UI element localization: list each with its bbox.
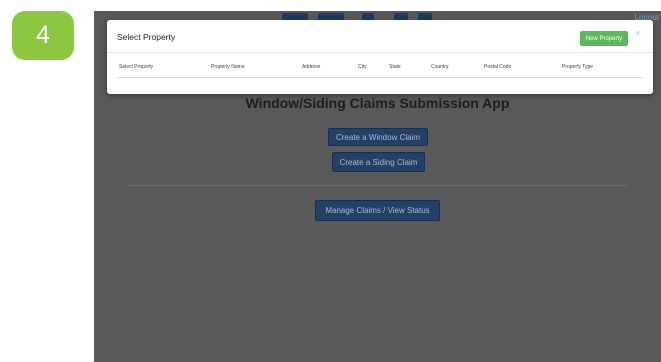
column-header-state[interactable]: State <box>389 64 401 70</box>
column-header-property-type[interactable]: Property Type <box>562 64 593 70</box>
column-header-country[interactable]: Country <box>431 64 449 70</box>
column-header-select-property[interactable]: Select Property <box>119 64 153 70</box>
close-icon[interactable]: × <box>635 28 640 38</box>
column-header-property-name[interactable]: Property Name <box>211 64 245 70</box>
page-title: Window/Siding Claims Submission App <box>245 95 510 111</box>
create-window-claim-button[interactable]: Create a Window Claim <box>328 128 428 146</box>
section-divider <box>128 185 627 186</box>
modal-title: Select Property <box>117 32 176 42</box>
column-header-postal-code[interactable]: Postal Code <box>484 64 511 70</box>
manage-claims-button[interactable]: Manage Claims / View Status <box>315 200 440 221</box>
step-number-badge: 4 <box>12 11 74 60</box>
table-header-divider <box>117 77 643 78</box>
modal-header-divider <box>107 52 653 53</box>
create-siding-claim-button[interactable]: Create a Siding Claim <box>332 152 425 172</box>
column-header-city[interactable]: City <box>358 64 367 70</box>
select-property-modal: Select Property New Property × Select Pr… <box>107 20 653 94</box>
column-header-address[interactable]: Address <box>302 64 320 70</box>
new-property-button[interactable]: New Property <box>580 31 628 46</box>
